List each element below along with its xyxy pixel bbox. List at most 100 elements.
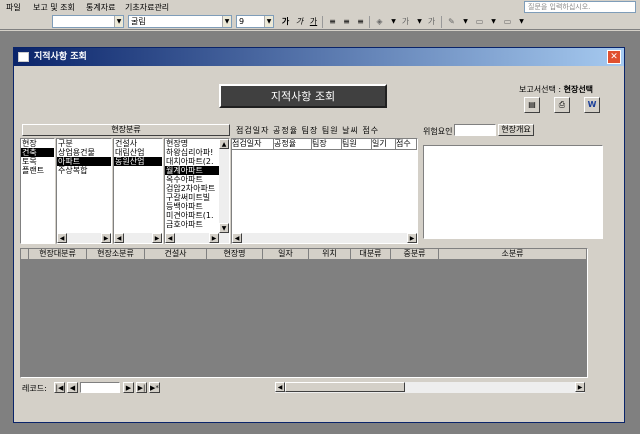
list-item[interactable]: 아파트 [57,157,111,166]
site-name-listbox[interactable]: 현장명 하왕십리아파! 대치아파트(2. 월계아파트 옥수아파트 검암2차아파트… [164,138,230,244]
window-titlebar[interactable]: 지적사항 조회 ✕ [14,48,624,66]
chevron-down-icon[interactable]: ▼ [264,16,273,27]
horizontal-scrollbar[interactable]: ◀ ▶ [57,233,111,243]
horizontal-scrollbar[interactable]: ◀ ▶ [114,233,162,243]
special-effect-icon[interactable]: ▭ [501,16,514,28]
builder-listbox[interactable]: 건설사 대림산업 동원산업 ◀ ▶ [113,138,163,244]
size-combo[interactable]: 9 ▼ [236,15,274,28]
scroll-left-icon[interactable]: ◀ [57,233,67,243]
risk-input[interactable] [454,124,496,136]
column-header[interactable]: 현장대분류 [29,249,87,260]
column-header[interactable]: 건설사 [145,249,207,260]
risk-textbox[interactable] [423,145,603,239]
new-record-icon[interactable]: ▶* [149,382,160,393]
printer-icon: ⎙ [558,100,566,109]
column-header[interactable]: 위치 [309,249,351,260]
scroll-right-icon[interactable]: ▶ [407,233,417,243]
fill-color-icon[interactable]: ◈ [373,16,386,28]
bold-button[interactable]: 가 [279,16,292,28]
last-record-icon[interactable]: ▶| [136,382,147,393]
scroll-up-icon[interactable]: ▲ [219,139,229,149]
line-width-icon[interactable]: ▭ [473,16,486,28]
scroll-right-icon[interactable]: ▶ [101,233,111,243]
site-class-header: 현장분류 [22,124,230,136]
horizontal-scrollbar[interactable]: ◀ ▶ [232,233,417,243]
scroll-left-icon[interactable]: ◀ [275,382,285,392]
chevron-down-icon[interactable]: ▼ [222,16,231,27]
font-combo[interactable]: 굴림 ▼ [128,15,232,28]
menu-file[interactable]: 파일 [6,2,21,13]
menu-base-data[interactable]: 기초자료관리 [125,2,169,13]
menu-stats[interactable]: 통계자료 [86,2,115,13]
site-type-listbox[interactable]: 현장 건축 토목 플랜트 [20,138,55,244]
column-header[interactable]: 소분류 [439,249,587,260]
scroll-right-icon[interactable]: ▶ [575,382,585,392]
next-record-icon[interactable]: ▶ [123,382,134,393]
menu-bar: 파일 보고 및 조회 통계자료 기초자료관리 질문을 입력하십시오. [0,0,640,14]
inspection-listbox[interactable]: 점검일자 공정율 팀장 팀원 일기 점수 ◀ ▶ [231,138,418,244]
chevron-down-icon[interactable]: ▼ [459,16,472,28]
scroll-left-icon[interactable]: ◀ [114,233,124,243]
report-value: 현장선택 [563,85,594,94]
help-search-input[interactable]: 질문을 입력하십시오. [524,1,636,13]
italic-button[interactable]: 가 [293,16,306,28]
scroll-thumb[interactable] [285,382,405,392]
list-item[interactable]: 주상복합 [57,166,111,175]
data-grid[interactable]: 현장대분류 현장소분류 건설사 현장명 일자 위치 대분류 중분류 소분류 [20,248,588,378]
font-color-icon[interactable]: 가 [399,16,412,28]
list-item[interactable]: 현장 [21,139,54,148]
scroll-left-icon[interactable]: ◀ [165,233,175,243]
first-record-icon[interactable]: |◀ [54,382,65,393]
chevron-down-icon[interactable]: ▼ [487,16,500,28]
form-window: 지적사항 조회 ✕ 지적사항 조회 보고서선택 : 현장선택 ▤ ⎙ W 현장분… [13,47,625,423]
toolbar-divider [369,16,370,28]
horizontal-scrollbar[interactable]: ◀ ▶ [165,233,219,243]
toolbar-divider [441,16,442,28]
list-item[interactable]: 상업용건물 [57,148,111,157]
row-selector-header [21,249,29,260]
list-item[interactable]: 건설사 [114,139,162,148]
word-icon: W [587,100,597,109]
print-button[interactable]: ⎙ [554,97,570,113]
underline-button[interactable]: 가 [307,16,320,28]
align-left-icon[interactable]: ≡ [326,16,339,28]
column-header[interactable]: 현장명 [207,249,263,260]
window-title: 지적사항 조회 [34,52,87,62]
vertical-scrollbar[interactable]: ▲ ▼ [219,139,229,243]
record-number-input[interactable] [80,382,120,393]
column-header[interactable]: 일자 [263,249,309,260]
prev-record-icon[interactable]: ◀ [67,382,78,393]
list-item[interactable]: 동원산업 [114,157,162,166]
scroll-down-icon[interactable]: ▼ [219,223,229,233]
list-item[interactable]: 플랜트 [21,166,54,175]
report-open-button[interactable]: ▤ [524,97,540,113]
style-combo[interactable]: ▼ [52,15,124,28]
column-header[interactable]: 중분류 [391,249,439,260]
list-item[interactable]: 건축 [21,148,54,157]
column-header: 팀장 [312,139,342,150]
report-label-text: 보고서선택 : [519,85,562,94]
align-center-icon[interactable]: ≡ [340,16,353,28]
chevron-down-icon[interactable]: ▼ [114,16,123,27]
chevron-down-icon[interactable]: ▼ [515,16,528,28]
category-listbox[interactable]: 구분 상업용건물 아파트 주상복합 ◀ ▶ [56,138,112,244]
font-color-icon[interactable]: 가 [425,16,438,28]
record-navigator: 레코드: |◀ ◀ ▶ ▶| ▶* ◀ ▶ [20,381,588,394]
grid-horizontal-scrollbar[interactable]: ◀ ▶ [275,382,585,393]
align-right-icon[interactable]: ≡ [354,16,367,28]
list-item[interactable]: 구분 [57,139,111,148]
list-item[interactable]: 토목 [21,157,54,166]
scroll-left-icon[interactable]: ◀ [232,233,242,243]
column-header[interactable]: 대분류 [351,249,391,260]
line-color-icon[interactable]: ✎ [445,16,458,28]
site-overview-button[interactable]: 현장개요 [498,124,534,136]
toolbar-divider [322,16,323,28]
column-header[interactable]: 현장소분류 [87,249,145,260]
close-button[interactable]: ✕ [607,50,621,64]
word-export-button[interactable]: W [584,97,600,113]
list-item[interactable]: 대림산업 [114,148,162,157]
column-header: 일기 [372,139,396,150]
menu-report[interactable]: 보고 및 조회 [33,2,75,13]
scroll-right-icon[interactable]: ▶ [209,233,219,243]
scroll-right-icon[interactable]: ▶ [152,233,162,243]
